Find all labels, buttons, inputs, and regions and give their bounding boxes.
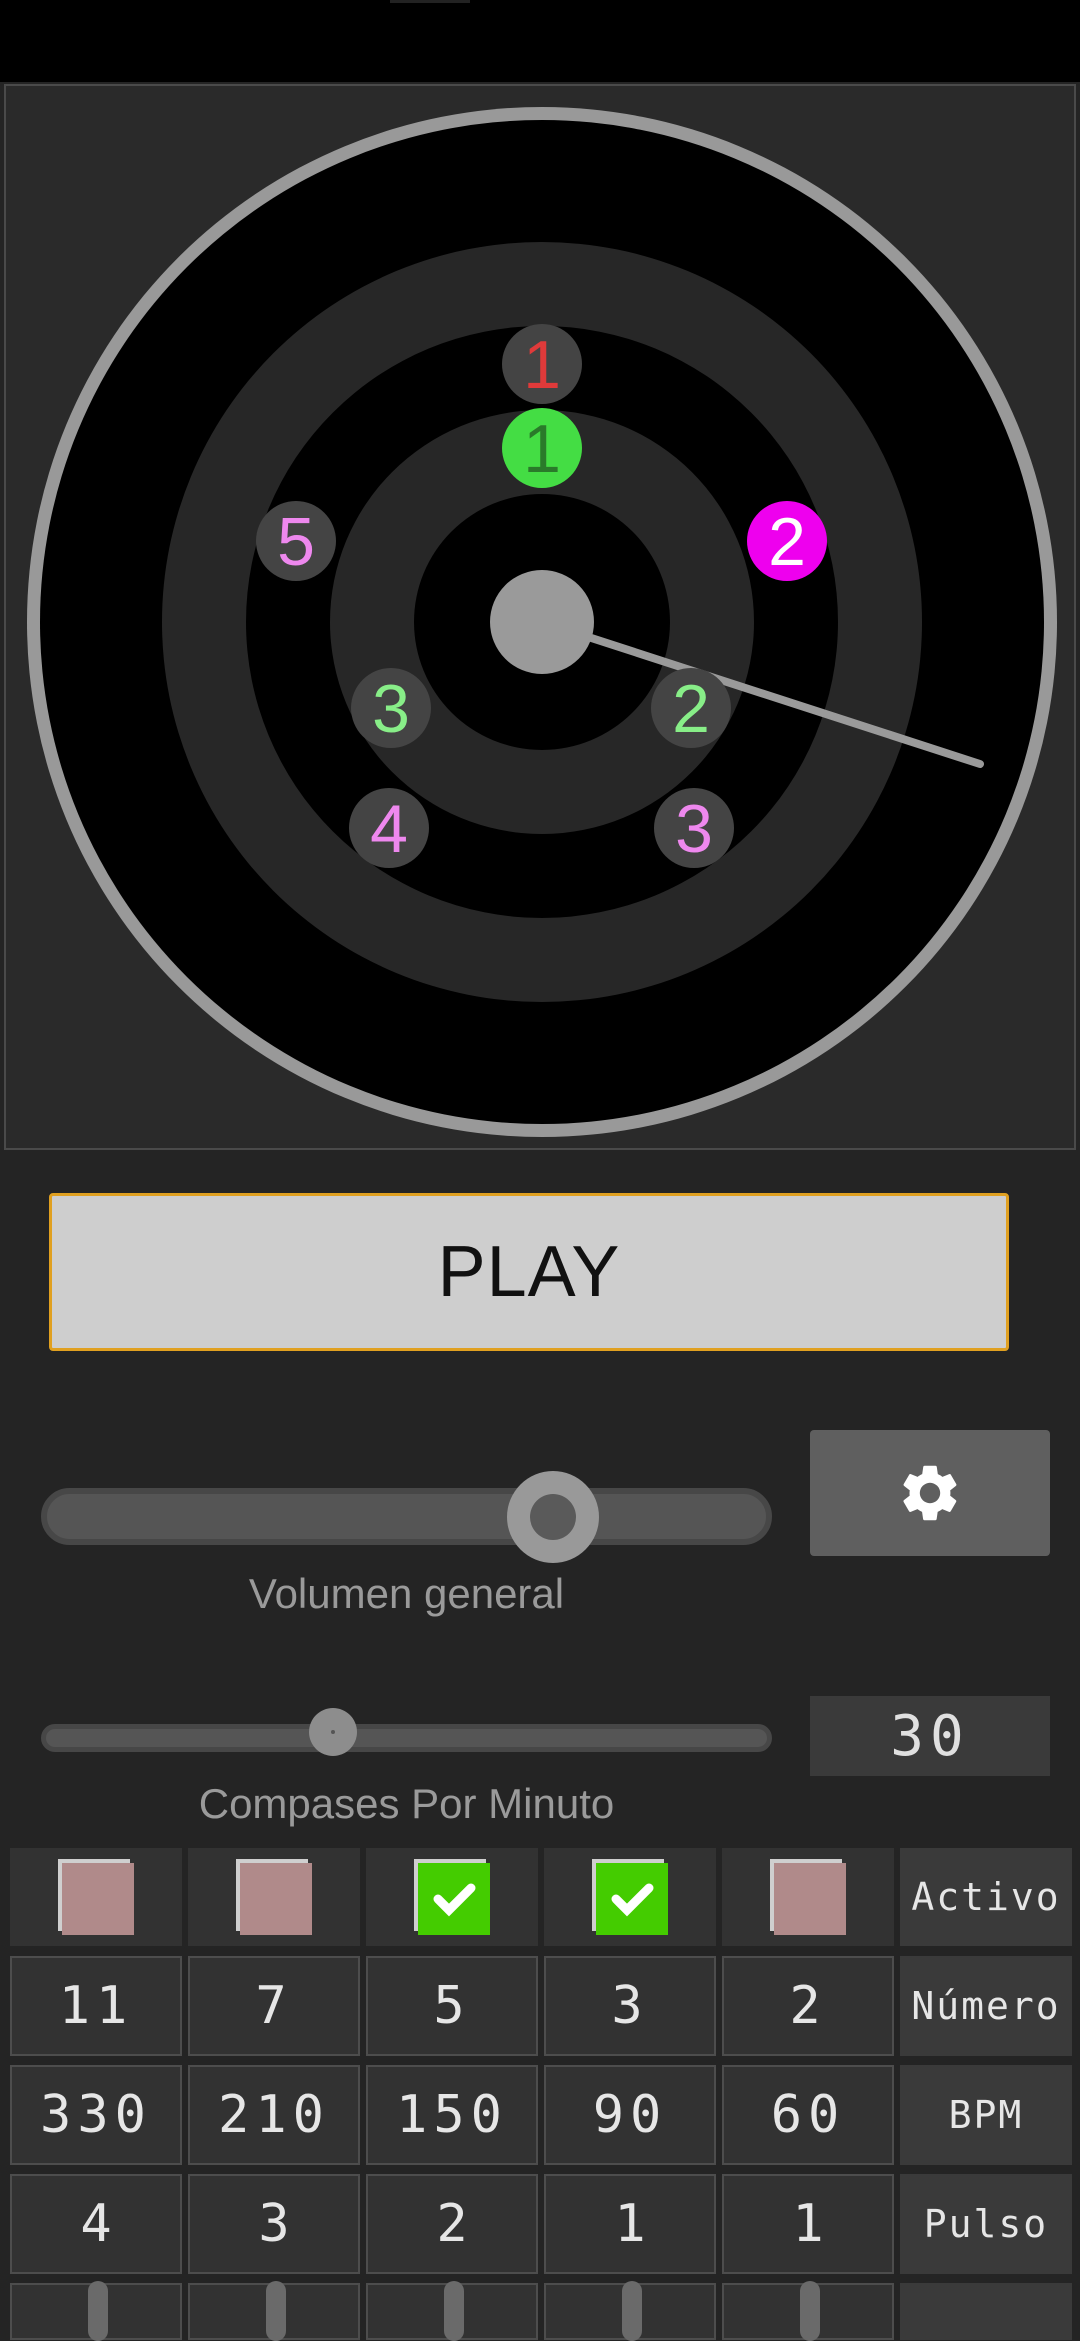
bpm-cell[interactable]: 90	[544, 2065, 716, 2165]
metronome-dial-panel: 1 1 2 5 3 2 4 3	[4, 84, 1076, 1150]
pulse-cell[interactable]: 1	[544, 2174, 716, 2274]
beat-marker-label: 3	[372, 671, 410, 747]
settings-button[interactable]	[810, 1430, 1050, 1556]
beat-marker: 2	[747, 501, 827, 581]
beat-marker: 3	[351, 668, 431, 748]
active-checkbox[interactable]	[236, 1859, 312, 1935]
bpm-cell[interactable]: 150	[366, 2065, 538, 2165]
fader-grip[interactable]	[88, 2281, 108, 2341]
fader-cell[interactable]	[188, 2281, 360, 2341]
check-icon	[433, 1883, 476, 1917]
beat-marker-label: 1	[523, 327, 561, 403]
active-cell[interactable]	[366, 1848, 538, 1946]
beat-marker: 1	[502, 408, 582, 488]
camera-notch	[390, 0, 470, 3]
checkbox-checked	[418, 1863, 490, 1935]
number-cell[interactable]: 11	[10, 1956, 182, 2056]
bpm-cell[interactable]: 210	[188, 2065, 360, 2165]
checkbox-checked	[596, 1863, 668, 1935]
number-cell[interactable]: 5	[366, 1956, 538, 2056]
pulse-cell[interactable]: 2	[366, 2174, 538, 2274]
active-cell[interactable]	[10, 1848, 182, 1946]
beat-marker: 4	[349, 788, 429, 868]
active-cell[interactable]	[544, 1848, 716, 1946]
bpm-cell[interactable]: 60	[722, 2065, 894, 2165]
fader-grip[interactable]	[622, 2281, 642, 2341]
dial-hub	[490, 570, 594, 674]
active-checkbox[interactable]	[58, 1859, 134, 1935]
beat-marker-label: 1	[523, 411, 561, 487]
status-bar	[0, 0, 1080, 82]
beat-marker: 2	[651, 668, 731, 748]
cpm-slider-track[interactable]	[41, 1724, 772, 1752]
beat-marker-label: 2	[672, 671, 710, 747]
pulse-cell[interactable]: 1	[722, 2174, 894, 2274]
row-label-pulse: Pulso	[900, 2174, 1072, 2274]
row-label-active: Activo	[900, 1848, 1072, 1946]
volume-slider-thumb[interactable]	[506, 1471, 599, 1563]
fader-grip[interactable]	[266, 2281, 286, 2341]
fader-grip[interactable]	[800, 2281, 820, 2341]
beat-marker: 1	[502, 324, 582, 404]
cpm-label: Compases Por Minuto	[198, 1780, 615, 1827]
fader-cell[interactable]	[366, 2281, 538, 2341]
beat-marker-label: 5	[277, 504, 315, 580]
pulse-cell[interactable]: 4	[10, 2174, 182, 2274]
checkbox-unchecked	[62, 1863, 134, 1935]
number-cell[interactable]: 2	[722, 1956, 894, 2056]
fader-cell[interactable]	[544, 2281, 716, 2341]
metronome-dial: 1 1 2 5 3 2 4 3	[27, 107, 1057, 1137]
active-checkbox[interactable]	[592, 1859, 668, 1935]
check-icon	[611, 1883, 654, 1917]
active-cell[interactable]	[722, 1848, 894, 1946]
fader-row-label	[900, 2283, 1072, 2340]
number-cell[interactable]: 7	[188, 1956, 360, 2056]
pulse-cell[interactable]: 3	[188, 2174, 360, 2274]
beat-marker: 3	[654, 788, 734, 868]
row-label-number: Número	[900, 1956, 1072, 2056]
beat-marker: 5	[256, 501, 336, 581]
checkbox-unchecked	[774, 1863, 846, 1935]
volume-label: Volumen general	[248, 1570, 565, 1617]
active-checkbox[interactable]	[414, 1859, 490, 1935]
row-label-bpm: BPM	[900, 2065, 1072, 2165]
play-button[interactable]: PLAY	[49, 1193, 1009, 1351]
bpm-cell[interactable]: 330	[10, 2065, 182, 2165]
beat-marker-label: 2	[768, 504, 806, 580]
volume-slider-track[interactable]	[41, 1488, 772, 1545]
fader-grip[interactable]	[444, 2281, 464, 2341]
gear-icon	[903, 1465, 957, 1521]
fader-cell[interactable]	[10, 2281, 182, 2341]
active-cell[interactable]	[188, 1848, 360, 1946]
beat-marker-label: 3	[675, 791, 713, 867]
beat-marker-label: 4	[370, 791, 408, 867]
checkbox-unchecked	[240, 1863, 312, 1935]
cpm-value-field[interactable]: 30	[810, 1696, 1050, 1776]
fader-cell[interactable]	[722, 2281, 894, 2341]
active-checkbox[interactable]	[770, 1859, 846, 1935]
number-cell[interactable]: 3	[544, 1956, 716, 2056]
